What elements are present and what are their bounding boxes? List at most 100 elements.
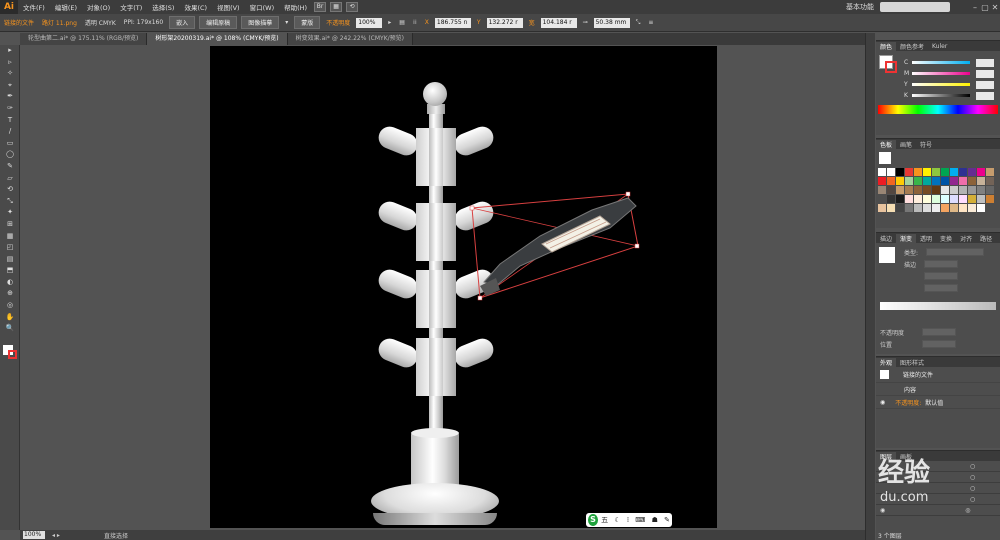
swatch[interactable] [905,177,913,185]
tool-icon[interactable]: / [0,126,20,138]
tool-icon[interactable]: ✋ [0,312,20,324]
zoom-field[interactable]: 100% [23,531,45,539]
swatch[interactable] [896,204,904,212]
swatch[interactable] [959,168,967,176]
tab-graphic-styles[interactable]: 图形样式 [896,358,928,367]
tab-kuler[interactable]: Kuler [928,43,951,50]
tab-transform[interactable]: 变换 [936,234,956,243]
minimize-icon[interactable]: – [970,3,980,12]
swatch[interactable] [878,168,886,176]
w-field[interactable]: 104.184 r [540,17,577,28]
swatch[interactable] [968,195,976,203]
tab-color-guide[interactable]: 颜色参考 [896,42,928,51]
swatch[interactable] [914,177,922,185]
angle-field[interactable] [924,272,958,280]
channel-c-slider[interactable] [912,61,970,64]
swatch[interactable] [914,168,922,176]
swatch[interactable] [977,168,985,176]
swatch[interactable] [887,186,895,194]
stroke-field[interactable] [924,260,959,268]
swatch[interactable] [923,195,931,203]
menu-view[interactable]: 视图(V) [212,2,245,12]
edit-original-button[interactable]: 编辑原稿 [199,16,238,29]
tool-icon[interactable]: ◎ [0,300,20,312]
tab-brushes[interactable]: 画笔 [896,140,916,149]
swatch[interactable] [977,186,985,194]
channel-y-slider[interactable] [912,83,970,86]
swatch[interactable] [887,204,895,212]
mask-button[interactable]: 蒙版 [294,16,321,29]
swatch[interactable] [914,186,922,194]
linked-file-label[interactable]: 链接的文件 [0,18,38,27]
tool-icon[interactable]: T [0,115,20,127]
nav-arrows-icon[interactable]: ◂ ▸ [52,532,60,539]
chevron-down-icon[interactable]: ▾ [281,19,292,26]
tool-icon[interactable]: ◐ [0,277,20,289]
swatch[interactable] [959,186,967,194]
swatch[interactable] [923,177,931,185]
layer-row[interactable]: ◉ ◎ [876,505,1000,516]
tool-icon[interactable]: ⊕ [0,288,20,300]
swatch[interactable] [941,186,949,194]
tab-gradient[interactable]: 渐变 [896,233,917,243]
tool-icon[interactable]: ✒ [0,91,20,103]
swatch[interactable] [896,186,904,194]
menu-type[interactable]: 文字(T) [115,2,147,12]
tool-icon[interactable]: ✦ [0,207,20,219]
reference-point-icon[interactable]: ⁞⁞ [409,19,421,26]
channel-m-slider[interactable] [912,72,970,75]
gradient-slider[interactable] [880,302,996,310]
swatch[interactable] [950,195,958,203]
tab-symbols[interactable]: 符号 [916,140,936,149]
menu-help[interactable]: 帮助(H) [279,2,312,12]
channel-k-slider[interactable] [912,94,970,97]
transform-icon[interactable]: ⤡ [632,19,645,27]
swatch[interactable] [986,195,994,203]
layer-target-icon[interactable]: ◎ [965,507,970,514]
status-tool-label[interactable]: 直接选择 [104,531,128,540]
swatch[interactable] [914,204,922,212]
swatch[interactable] [986,168,994,176]
rack-top-ball[interactable] [423,82,447,106]
rack-hook-block[interactable] [416,270,456,328]
tool-icon[interactable]: ✧ [0,68,20,80]
tool-icon[interactable]: ▭ [0,138,20,150]
tool-icon[interactable]: ▦ [0,231,20,243]
channel-y-field[interactable] [976,80,994,89]
swatch[interactable] [968,186,976,194]
menu-file[interactable]: 文件(F) [18,2,50,12]
layer-target-icon[interactable]: ○ [970,474,975,481]
tab-align[interactable]: 对齐 [956,234,976,243]
swatch[interactable] [950,204,958,212]
tab-pathfinder[interactable]: 路径 [976,234,996,243]
image-trace-button[interactable]: 图像描摹 [241,16,280,29]
file-name-link[interactable]: 路灯 11.png [38,18,81,27]
swatch[interactable] [932,168,940,176]
tab-transparency[interactable]: 透明 [916,234,936,243]
swatch[interactable] [977,195,985,203]
color-spectrum[interactable] [878,105,998,114]
swatch[interactable] [950,177,958,185]
tool-icon[interactable]: ⤡ [0,196,20,208]
appearance-opacity-link[interactable]: 不透明度: [895,398,921,407]
swatch[interactable] [905,204,913,212]
swatch[interactable] [968,204,976,212]
rack-hook-block[interactable] [416,338,456,396]
arrow-right-icon[interactable]: ▸ [384,19,395,26]
visibility-eye-icon[interactable]: ◉ [880,507,885,514]
rack-hook-block[interactable] [416,203,456,261]
close-icon[interactable]: ✕ [990,3,1000,12]
channel-k-field[interactable] [976,91,994,100]
ratio-field[interactable] [924,284,958,292]
tab-stroke[interactable]: 描边 [876,234,896,243]
gradient-location-field[interactable] [922,340,957,348]
swatch[interactable] [959,177,967,185]
tool-icon[interactable]: ✑ [0,103,20,115]
swatch[interactable] [932,186,940,194]
menu-window[interactable]: 窗口(W) [245,2,280,12]
menu-effect[interactable]: 效果(C) [179,2,212,12]
swatch[interactable] [986,177,994,185]
ime-controls[interactable]: 五 ☾ ⁞ ⌨ ☗ ✎ [601,515,672,525]
layer-target-icon[interactable]: ○ [970,485,975,492]
h-field[interactable]: 50.38 mm [593,17,630,28]
